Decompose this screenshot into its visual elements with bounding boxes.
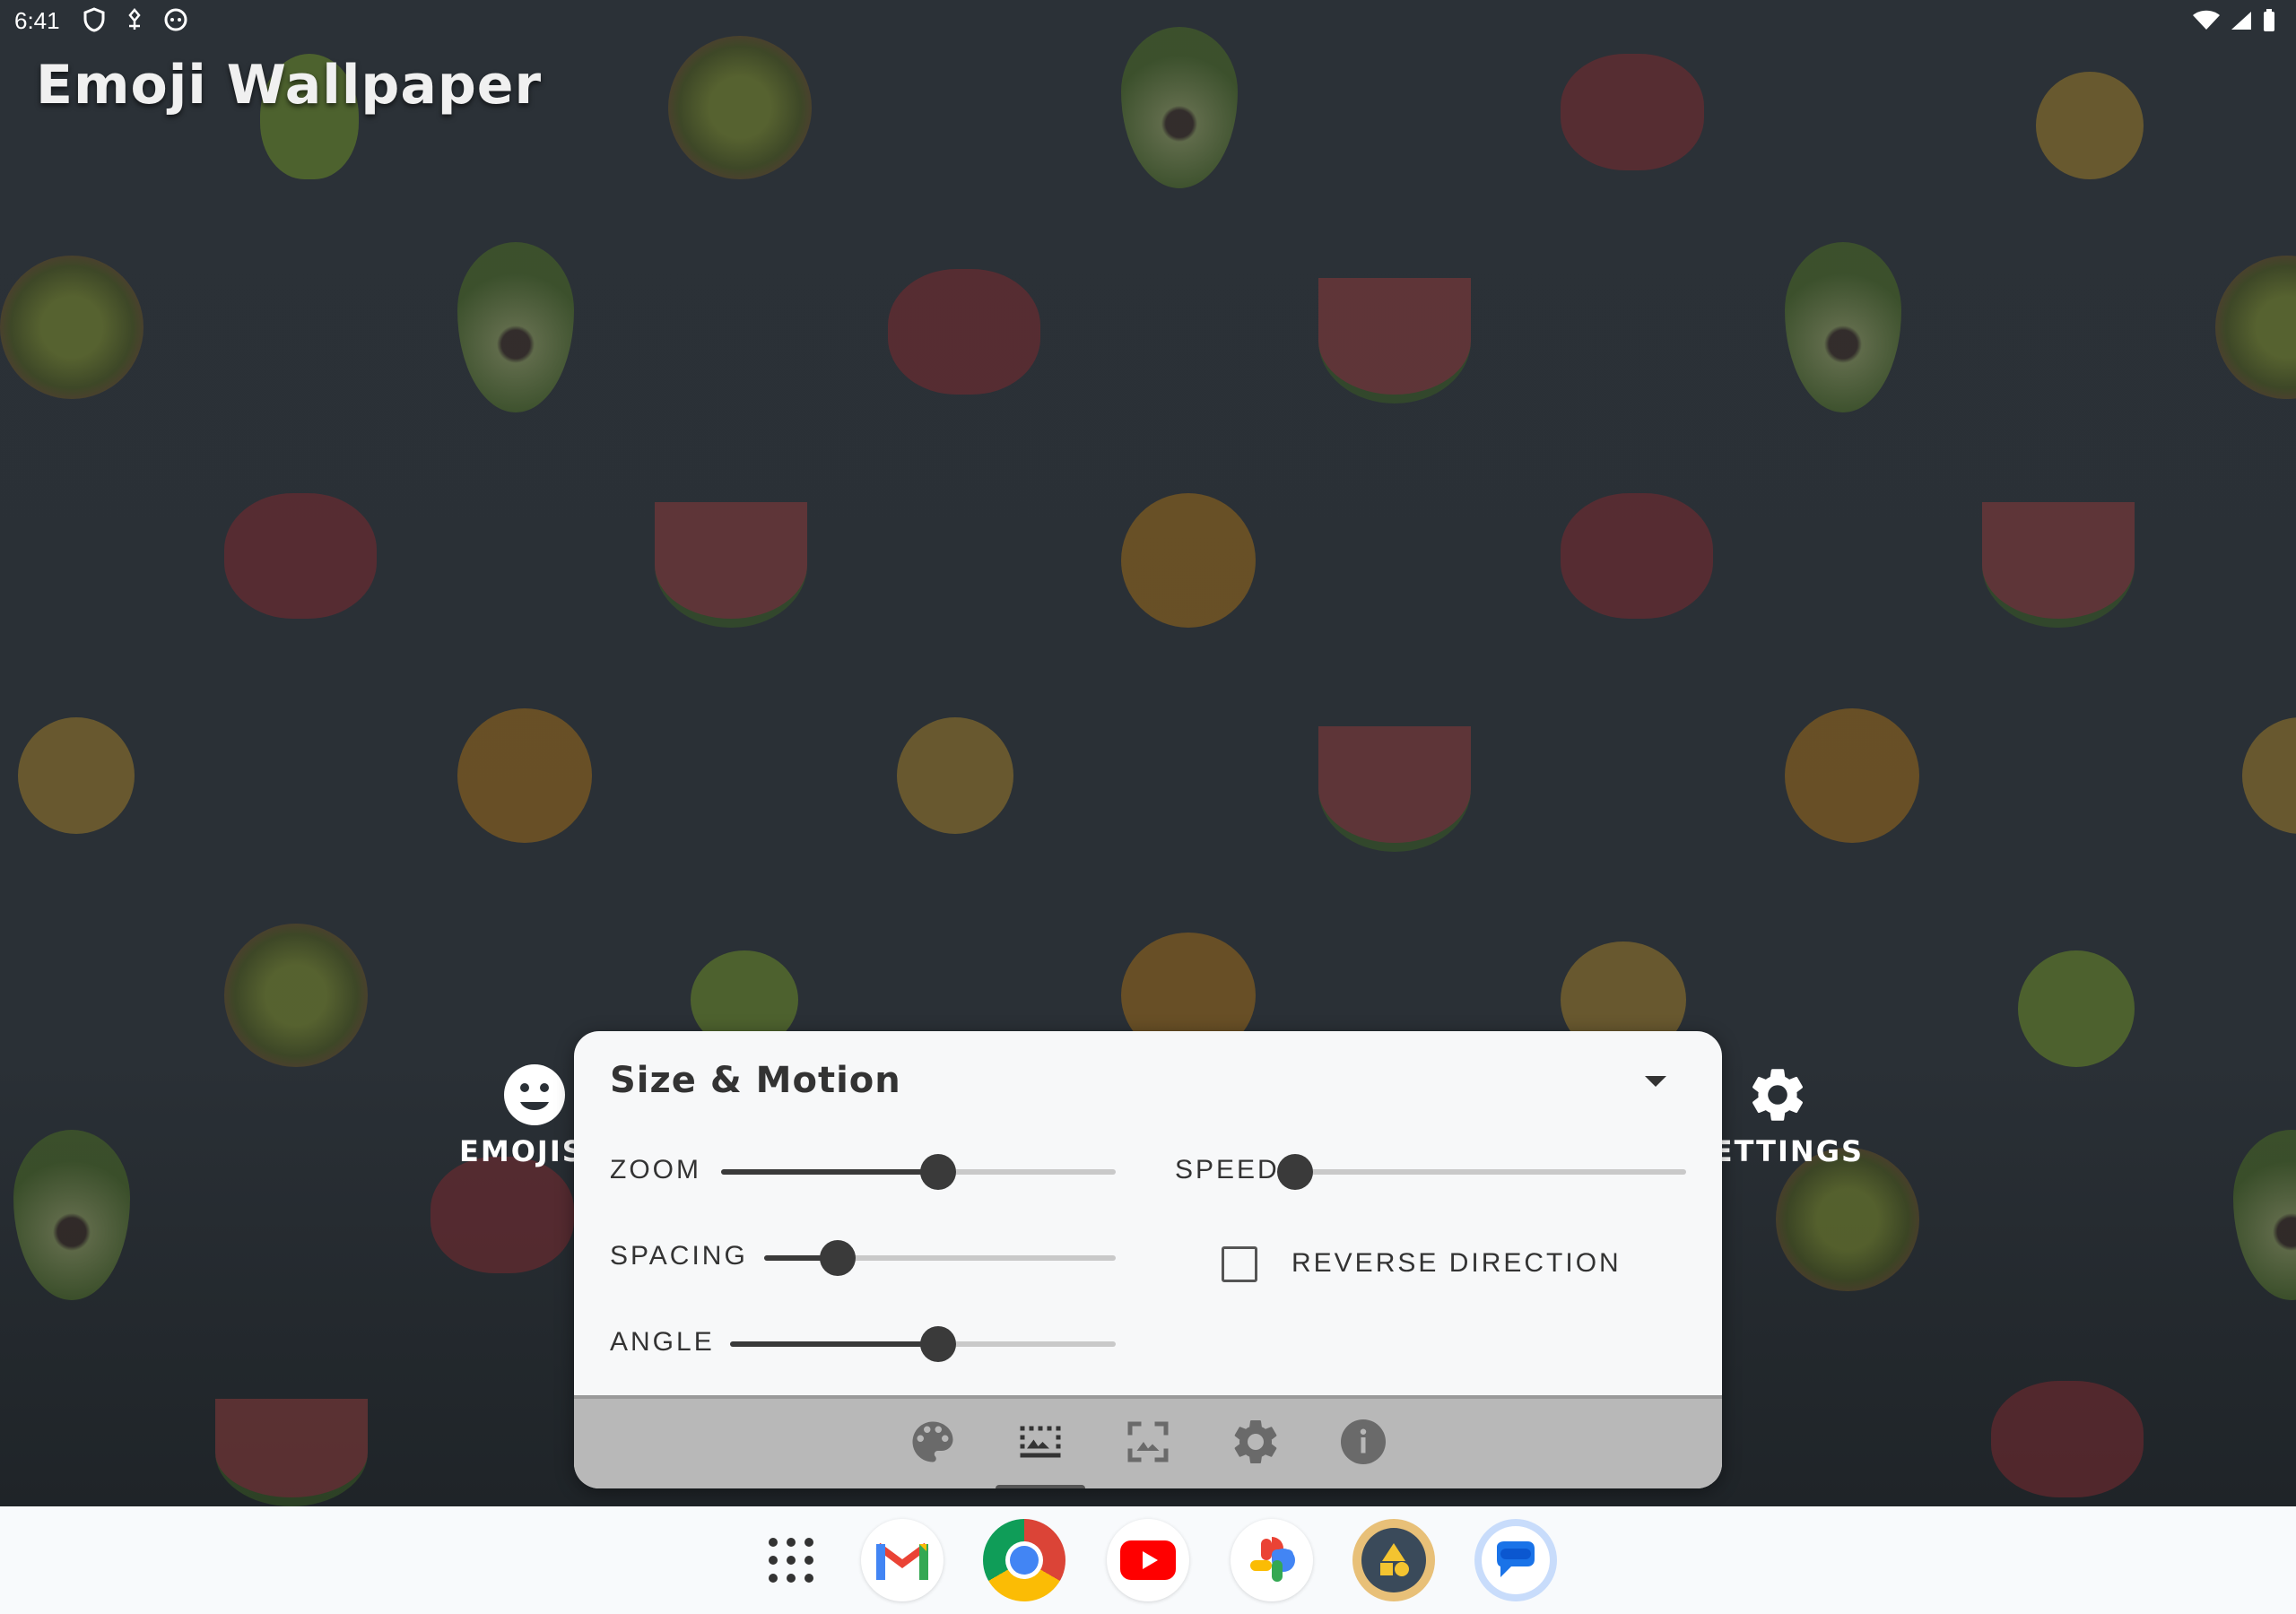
spacing-slider-thumb[interactable]: [820, 1240, 857, 1276]
pineapple-emoji: [2036, 72, 2144, 179]
pineapple-emoji: [897, 717, 1013, 834]
photos-icon[interactable]: [1231, 1519, 1313, 1601]
watermelon-emoji: [655, 502, 807, 628]
angle-slider[interactable]: [730, 1326, 1116, 1362]
app-title: Emoji Wallpaper: [36, 54, 543, 117]
kiwi-emoji: [668, 36, 812, 179]
taskbar-dock: [0, 1506, 2296, 1614]
size-motion-panel: Size & Motion ZOOM SPACING ANGLE SPEED R…: [574, 1031, 1722, 1488]
kiwi-emoji: [224, 924, 368, 1067]
info-icon[interactable]: [1336, 1415, 1390, 1469]
zoom-slider[interactable]: [721, 1154, 1116, 1190]
strawberry-emoji: [430, 1157, 574, 1273]
angle-slider-thumb[interactable]: [920, 1326, 957, 1362]
orange-emoji: [1121, 493, 1256, 628]
palette-icon[interactable]: [906, 1415, 960, 1469]
gear-icon: [1752, 1069, 1804, 1121]
messages-icon[interactable]: [1474, 1519, 1557, 1601]
strawberry-emoji: [1561, 54, 1704, 170]
spacing-label: SPACING: [610, 1241, 748, 1271]
strawberry-emoji: [888, 269, 1040, 395]
status-time: 6:41: [14, 7, 60, 34]
avocado-emoji: [1785, 242, 1901, 412]
strawberry-emoji: [1561, 493, 1713, 619]
wallpaper-region-icon[interactable]: [1013, 1415, 1067, 1469]
pineapple-emoji: [18, 717, 135, 834]
watermelon-emoji: [1318, 278, 1471, 404]
cellular-signal-icon: [2231, 12, 2251, 30]
android-face-icon: [164, 8, 187, 31]
smiley-icon: [504, 1064, 565, 1125]
youtube-icon[interactable]: [1107, 1519, 1189, 1601]
kiwi-emoji: [0, 256, 144, 399]
zoom-slider-thumb[interactable]: [920, 1154, 956, 1190]
kiwi-emoji: [1776, 1148, 1919, 1291]
watermelon-emoji: [215, 1399, 368, 1506]
spacing-slider[interactable]: [764, 1240, 1116, 1276]
shield-icon: [83, 7, 105, 32]
emojis-tab-label: EMOJIS: [459, 1134, 576, 1168]
speed-slider-thumb[interactable]: [1277, 1154, 1313, 1190]
shapes-app-icon[interactable]: [1352, 1519, 1435, 1601]
chrome-icon[interactable]: [983, 1519, 1065, 1601]
reverse-direction-checkbox[interactable]: [1222, 1246, 1257, 1282]
reverse-direction-label[interactable]: REVERSE DIRECTION: [1292, 1248, 1622, 1279]
app-drawer-icon[interactable]: [750, 1519, 832, 1601]
angle-label: ANGLE: [610, 1327, 715, 1357]
watermelon-emoji: [1318, 726, 1471, 852]
zoom-label: ZOOM: [610, 1155, 701, 1184]
orange-emoji: [457, 708, 592, 843]
collapse-panel-button[interactable]: [1645, 1076, 1666, 1087]
avocado-emoji: [13, 1130, 130, 1300]
status-bar: 6:41: [0, 0, 2296, 43]
settings-tab[interactable]: SETTINGS: [1720, 1063, 1864, 1168]
panel-title: Size & Motion: [610, 1060, 901, 1101]
avocado-emoji: [457, 242, 574, 412]
watermelon-emoji: [1982, 502, 2135, 628]
kiwi-emoji: [2215, 256, 2296, 399]
gmail-icon[interactable]: [861, 1519, 944, 1601]
pear-emoji: [2018, 950, 2135, 1067]
orange-emoji: [1785, 708, 1919, 843]
wifi-icon: [2193, 10, 2220, 30]
image-icon[interactable]: [1121, 1415, 1175, 1469]
battery-icon: [2264, 9, 2274, 31]
avocado-emoji: [1121, 27, 1238, 188]
selected-tab-indicator: [996, 1485, 1085, 1488]
strawberry-emoji: [1991, 1381, 2144, 1497]
strawberry-emoji: [224, 493, 377, 619]
settings-tab-label: SETTINGS: [1720, 1134, 1864, 1168]
panel-bottom-nav: [574, 1395, 1722, 1488]
emojis-tab[interactable]: EMOJIS: [459, 1063, 576, 1168]
avocado-emoji: [2233, 1130, 2296, 1300]
usb-debug-icon: [128, 8, 141, 30]
speed-slider[interactable]: [1277, 1154, 1686, 1190]
pineapple-emoji: [2242, 717, 2296, 834]
speed-label: SPEED: [1175, 1155, 1280, 1184]
gear-icon[interactable]: [1229, 1415, 1283, 1469]
